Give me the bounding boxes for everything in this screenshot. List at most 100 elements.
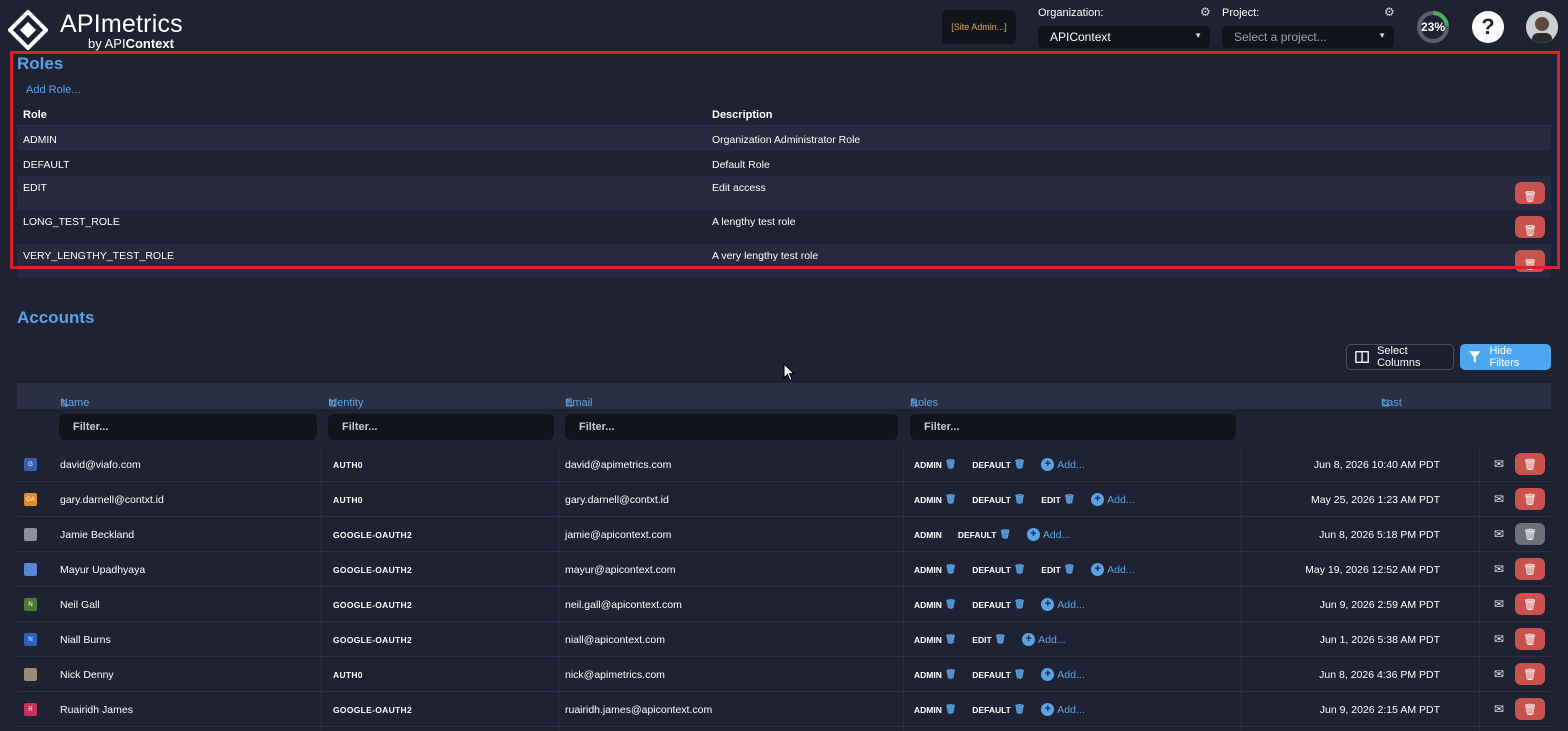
add-role-link[interactable]: Add Role... xyxy=(26,84,80,96)
organization-select[interactable]: APIContext ▼ xyxy=(1038,26,1210,48)
project-select[interactable]: Select a project... ▼ xyxy=(1222,26,1394,48)
trash-icon[interactable]: 🗑 xyxy=(945,599,956,610)
identity-provider: GOOGLE-OAUTH2 xyxy=(333,600,412,610)
role-chip-label: ADMIN xyxy=(914,634,942,645)
user-avatar[interactable] xyxy=(1526,11,1558,43)
trash-icon[interactable]: 🗑 xyxy=(1014,459,1025,470)
add-role-button[interactable]: + Add... xyxy=(1041,598,1085,611)
brand-by-text: by API xyxy=(88,36,126,51)
delete-account-button[interactable]: 🗑 xyxy=(1515,628,1545,650)
mail-icon[interactable]: ✉ xyxy=(1494,527,1504,541)
trash-icon[interactable]: 🗑 xyxy=(999,529,1010,540)
role-chip-label: ADMIN xyxy=(914,494,942,505)
filter-row xyxy=(17,409,1551,447)
add-role-button[interactable]: + Add... xyxy=(1041,668,1085,681)
account-name: Nick Denny xyxy=(60,669,114,681)
delete-role-button[interactable]: 🗑 xyxy=(1515,182,1545,204)
select-columns-label: Select Columns xyxy=(1377,345,1421,369)
role-row-long-test-role: LONG_TEST_ROLE A lengthy test role 🗑 xyxy=(17,210,1551,244)
delete-account-button[interactable]: 🗑 xyxy=(1515,558,1545,580)
delete-account-button[interactable]: 🗑 xyxy=(1515,698,1545,720)
delete-account-button[interactable]: 🗑 xyxy=(1515,663,1545,685)
trash-icon[interactable]: 🗑 xyxy=(945,704,956,715)
role-chip: EDIT 🗑 xyxy=(1041,564,1075,575)
help-button[interactable]: ? xyxy=(1472,11,1504,43)
role-chips: ADMIN 🗑 DEFAULT 🗑 EDIT 🗑 + Add... xyxy=(914,563,1135,576)
role-chips: ADMIN 🗑 DEFAULT 🗑 + Add... xyxy=(914,598,1085,611)
add-role-button[interactable]: + Add... xyxy=(1091,563,1135,576)
role-chip-label: DEFAULT xyxy=(972,704,1011,715)
delete-role-button[interactable]: 🗑 xyxy=(1515,216,1545,238)
role-description: A very lengthy test role xyxy=(712,250,819,262)
accounts-table-header: Name ⇅ Identity Provider ⇅ Email ⇅ Roles… xyxy=(17,383,1551,421)
app-logo[interactable]: APImetrics by APIContext xyxy=(8,6,188,51)
table-row: N Neil Gall GOOGLE-OAUTH2 neil.gall@apicont… xyxy=(17,587,1551,622)
add-role-button[interactable]: + Add... xyxy=(1091,493,1135,506)
trash-icon[interactable]: 🗑 xyxy=(1064,494,1075,505)
role-chip: ADMIN 🗑 xyxy=(914,704,956,715)
trash-icon: 🗑 xyxy=(1523,528,1537,541)
last-login: Jun 9, 2026 2:59 AM PDT xyxy=(1319,599,1440,611)
select-columns-button[interactable]: Select Columns xyxy=(1346,344,1454,370)
trash-icon[interactable]: 🗑 xyxy=(1014,494,1025,505)
hide-filters-button[interactable]: Hide Filters xyxy=(1460,344,1551,370)
trash-icon[interactable]: 🗑 xyxy=(945,669,956,680)
row-avatar: N xyxy=(24,598,37,611)
trash-icon[interactable]: 🗑 xyxy=(945,564,956,575)
role-chip: DEFAULT 🗑 xyxy=(972,494,1025,505)
role-chip: ADMIN xyxy=(914,530,942,540)
delete-account-button[interactable]: 🗑 xyxy=(1515,488,1545,510)
trash-icon[interactable]: 🗑 xyxy=(1064,564,1075,575)
add-role-button[interactable]: + Add... xyxy=(1041,458,1085,471)
mail-icon[interactable]: ✉ xyxy=(1494,702,1504,716)
trash-icon[interactable]: 🗑 xyxy=(1014,599,1025,610)
identity-provider: GOOGLE-OAUTH2 xyxy=(333,635,412,645)
accounts-table: Name ⇅ Identity Provider ⇅ Email ⇅ Roles… xyxy=(17,383,1551,731)
mail-icon[interactable]: ✉ xyxy=(1494,597,1504,611)
trash-icon[interactable]: 🗑 xyxy=(945,459,956,470)
table-row: GA gary.darnell@contxt.id AUTH0 gary.darnel… xyxy=(17,482,1551,517)
trash-icon[interactable]: 🗑 xyxy=(945,634,956,645)
add-role-button[interactable]: + Add... xyxy=(1041,703,1085,716)
role-chip-label: DEFAULT xyxy=(972,459,1011,470)
trash-icon[interactable]: 🗑 xyxy=(1014,564,1025,575)
mail-icon[interactable]: ✉ xyxy=(1494,492,1504,506)
project-select-placeholder: Select a project... xyxy=(1234,30,1327,44)
account-name: Ruairidh James xyxy=(60,704,133,716)
brand-name: APImetrics xyxy=(60,10,183,38)
role-chip: DEFAULT 🗑 xyxy=(972,599,1025,610)
mail-icon[interactable]: ✉ xyxy=(1494,667,1504,681)
delete-account-button[interactable]: 🗑 xyxy=(1515,453,1545,475)
provider-filter-input[interactable] xyxy=(328,414,554,440)
trash-icon: 🗑 xyxy=(1523,259,1537,271)
plus-circle-icon: + xyxy=(1041,458,1055,471)
email-filter-input[interactable] xyxy=(565,414,898,440)
delete-role-button[interactable]: 🗑 xyxy=(1515,250,1545,272)
mail-icon[interactable]: ✉ xyxy=(1494,457,1504,471)
add-role-button[interactable]: + Add... xyxy=(1022,633,1066,646)
user-avatar-icon xyxy=(1526,11,1558,43)
roles-filter-input[interactable] xyxy=(910,414,1236,440)
delete-account-button[interactable]: 🗑 xyxy=(1515,593,1545,615)
add-role-button[interactable]: + Add... xyxy=(1026,528,1070,541)
role-description: Organization Administrator Role xyxy=(712,134,861,146)
hide-filters-label: Hide Filters xyxy=(1489,345,1520,369)
site-admin-button[interactable]: [Site Admin...] xyxy=(942,10,1016,44)
organization-gear-icon[interactable]: ⚙ xyxy=(1200,5,1211,19)
role-chip: DEFAULT 🗑 xyxy=(972,704,1025,715)
last-login: Jun 8, 2026 5:18 PM PDT xyxy=(1319,529,1440,541)
project-gear-icon[interactable]: ⚙ xyxy=(1384,5,1395,19)
identity-provider: GOOGLE-OAUTH2 xyxy=(333,530,412,540)
mail-icon[interactable]: ✉ xyxy=(1494,562,1504,576)
trash-icon[interactable]: 🗑 xyxy=(1014,669,1025,680)
table-row: N Niall Burns GOOGLE-OAUTH2 niall@apicontex… xyxy=(17,622,1551,657)
mail-icon[interactable]: ✉ xyxy=(1494,632,1504,646)
role-chips: ADMIN 🗑 DEFAULT 🗑 + Add... xyxy=(914,703,1085,716)
trash-icon: 🗑 xyxy=(1523,598,1537,611)
name-filter-input[interactable] xyxy=(59,414,317,440)
role-column-header: Role xyxy=(23,109,47,121)
trash-icon[interactable]: 🗑 xyxy=(945,494,956,505)
trash-icon[interactable]: 🗑 xyxy=(1014,704,1025,715)
row-avatar: R xyxy=(24,703,37,716)
trash-icon[interactable]: 🗑 xyxy=(995,634,1006,645)
